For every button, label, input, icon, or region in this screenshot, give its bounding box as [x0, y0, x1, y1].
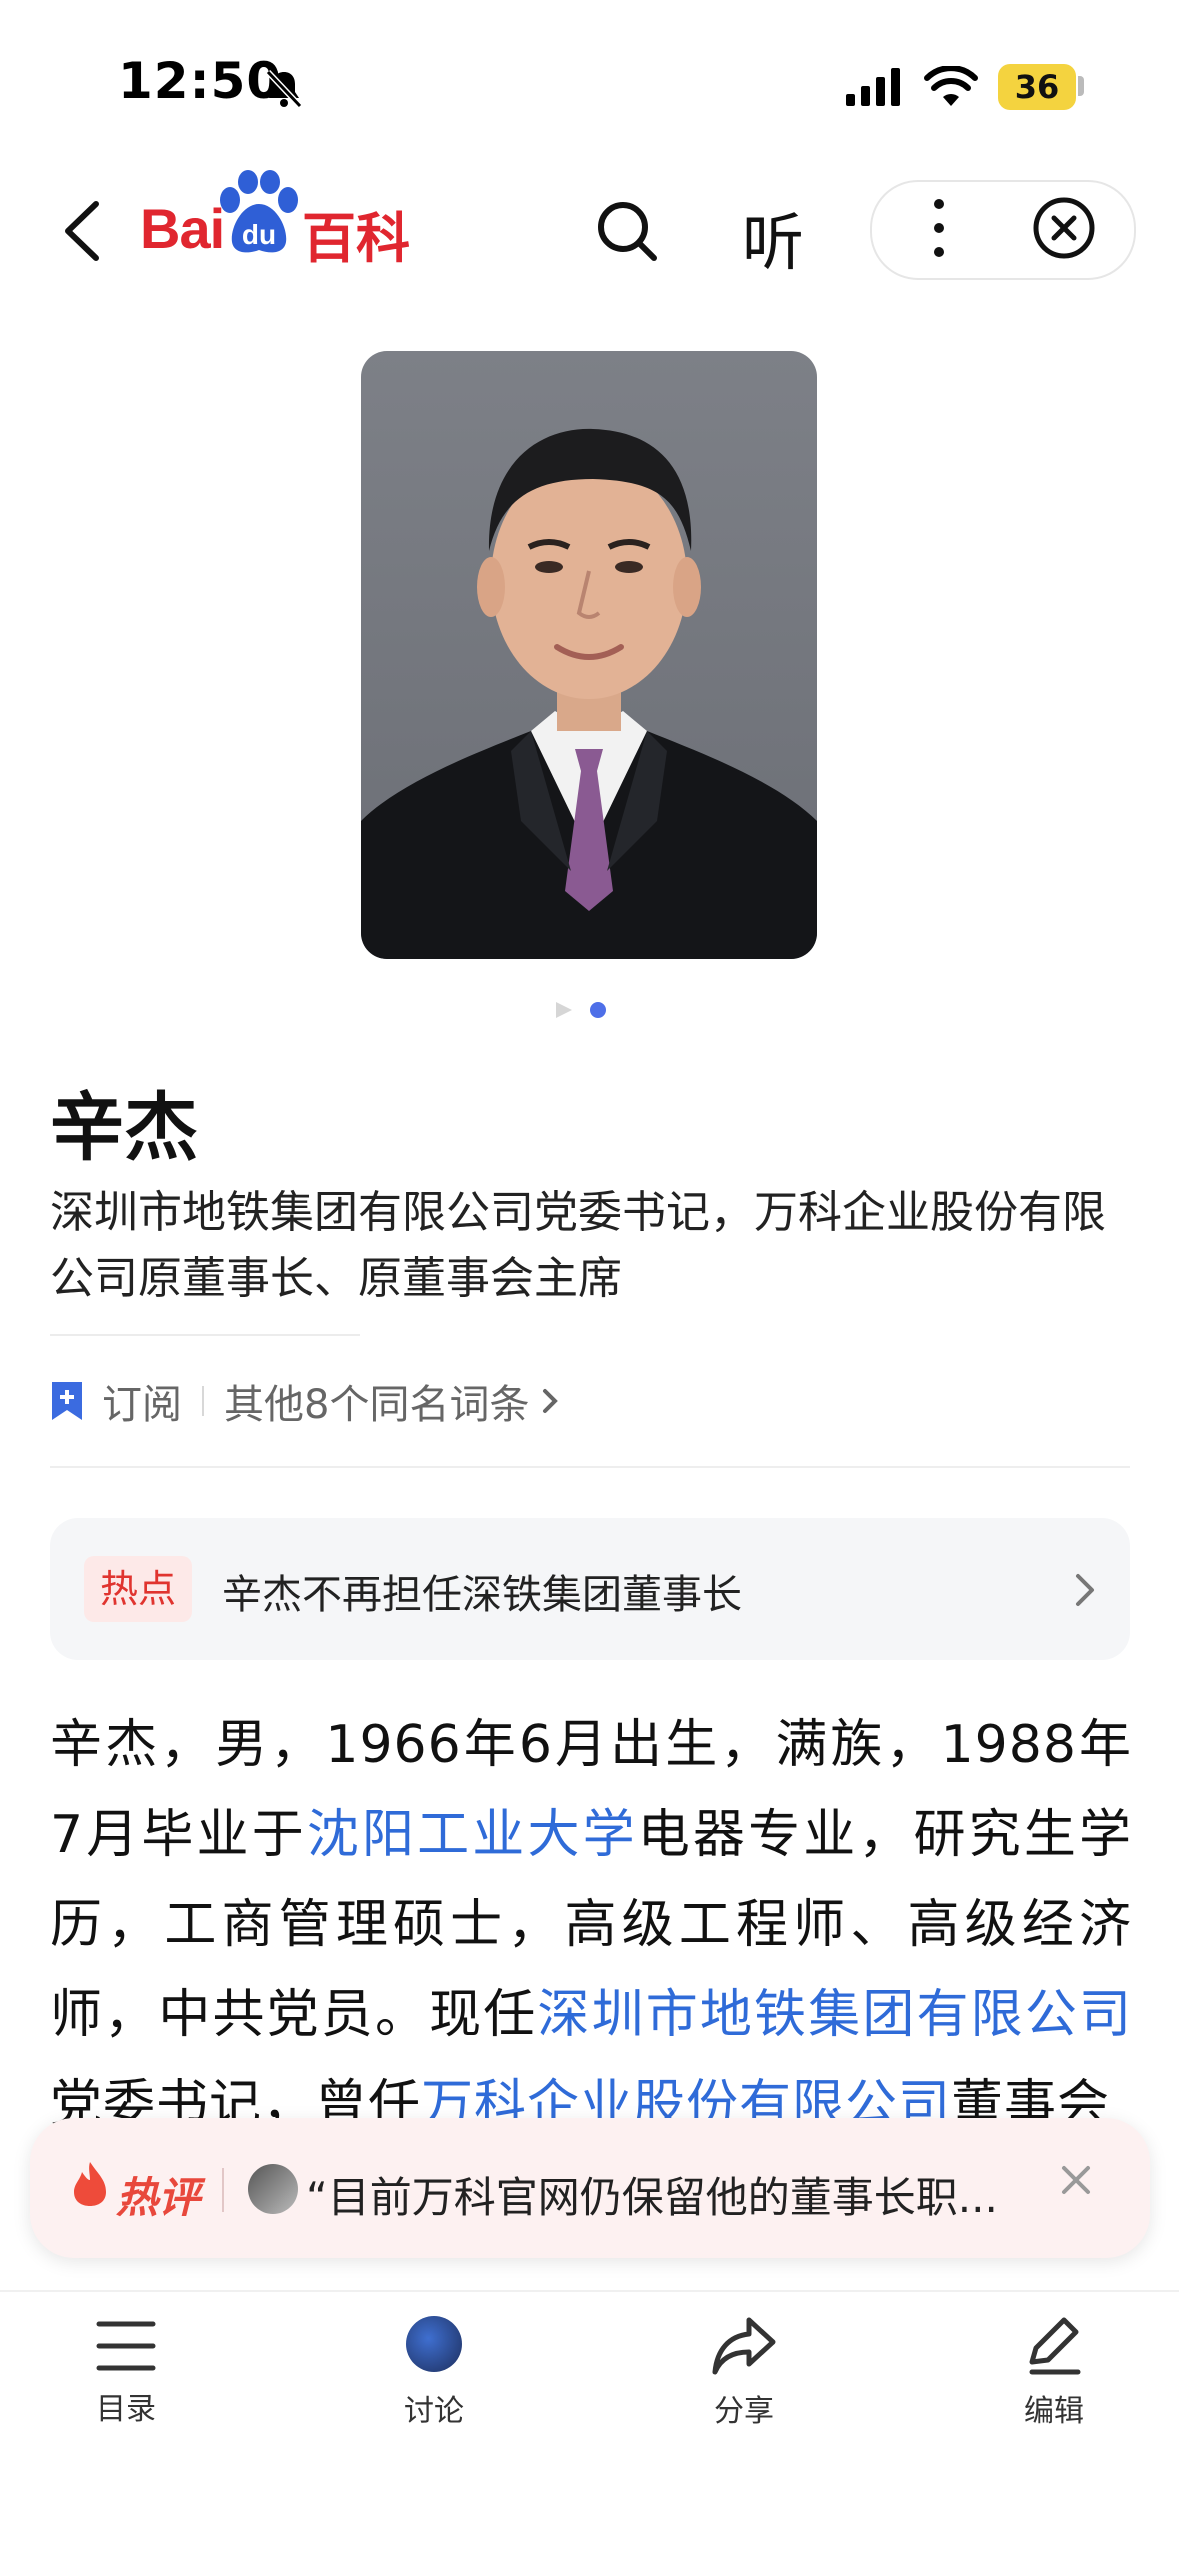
close-circle-icon[interactable] [1032, 196, 1096, 260]
status-time: 12:50 [118, 52, 283, 110]
subscribe-button[interactable]: 订阅 [102, 1372, 182, 1430]
back-icon[interactable] [58, 198, 106, 264]
capsule-menu [870, 180, 1136, 280]
search-icon[interactable] [594, 198, 660, 264]
tab-label: 分享 [714, 2394, 774, 2429]
wifi-icon [924, 66, 978, 106]
baike-logo-text: 百科 [302, 207, 410, 270]
link-shenyang-university[interactable]: 沈阳工业大学 [307, 1805, 638, 1865]
battery-cap [1078, 76, 1084, 96]
carousel-indicator [554, 998, 608, 1026]
entry-title: 辛杰 [50, 1085, 198, 1171]
divider [50, 1466, 1130, 1468]
tab-edit[interactable]: 编辑 [974, 2316, 1134, 2430]
share-icon [712, 2317, 776, 2375]
tab-label: 目录 [96, 2392, 156, 2427]
listen-button[interactable]: 听 [742, 192, 804, 282]
meta-separator [202, 1386, 204, 1416]
close-icon[interactable] [1056, 2160, 1096, 2200]
entry-summary: 辛杰，男，1966年6月出生，满族，1988年7月毕业于沈阳工业大学电器专业，研… [50, 1700, 1132, 2150]
avatar [406, 2316, 462, 2372]
hot-comment-separator [222, 2168, 224, 2212]
homonyms-link[interactable]: 其他8个同名词条 [224, 1372, 529, 1430]
link-shenzhen-metro[interactable]: 深圳市地铁集团有限公司 [537, 1985, 1132, 2045]
hot-tag: 热点 [84, 1556, 192, 1622]
hot-headline[interactable]: 辛杰不再担任深铁集团董事长 [222, 1562, 742, 1620]
tab-share[interactable]: 分享 [664, 2316, 824, 2430]
more-icon[interactable] [924, 196, 954, 260]
silent-bell-icon [265, 69, 303, 109]
cellular-signal-icon [846, 68, 900, 106]
chevron-right-icon[interactable] [1070, 1570, 1100, 1610]
entry-subtitle: 深圳市地铁集团有限公司党委书记，万科企业股份有限公司原董事长、原董事会主席 [50, 1187, 1106, 1304]
carousel-video-dot[interactable] [556, 1002, 572, 1018]
list-icon [96, 2321, 156, 2371]
battery-indicator: 36 [998, 64, 1076, 110]
edit-icon [1029, 2317, 1081, 2375]
divider [50, 1334, 360, 1336]
tab-catalog[interactable]: 目录 [46, 2318, 206, 2428]
baidu-paw-logo-icon: du [220, 170, 298, 253]
avatar [248, 2164, 298, 2214]
tab-label: 讨论 [404, 2394, 464, 2429]
hot-comment-label: 热评 [116, 2173, 201, 2222]
portrait-image[interactable] [361, 351, 817, 959]
bookmark-plus-icon[interactable] [50, 1380, 84, 1422]
portrait-illustration [361, 428, 817, 959]
tab-label: 编辑 [1024, 2394, 1084, 2429]
chevron-right-icon[interactable] [539, 1385, 563, 1417]
flame-icon [74, 2162, 106, 2206]
hot-comment-text[interactable]: “目前万科官网仍保留他的董事长职... [306, 2164, 998, 2225]
du-text: du [242, 219, 276, 250]
carousel-active-dot[interactable] [590, 1002, 606, 1018]
tab-discussion[interactable]: 讨论 [354, 2316, 514, 2430]
entry-meta-row: 订阅 其他8个同名词条 [50, 1372, 563, 1430]
